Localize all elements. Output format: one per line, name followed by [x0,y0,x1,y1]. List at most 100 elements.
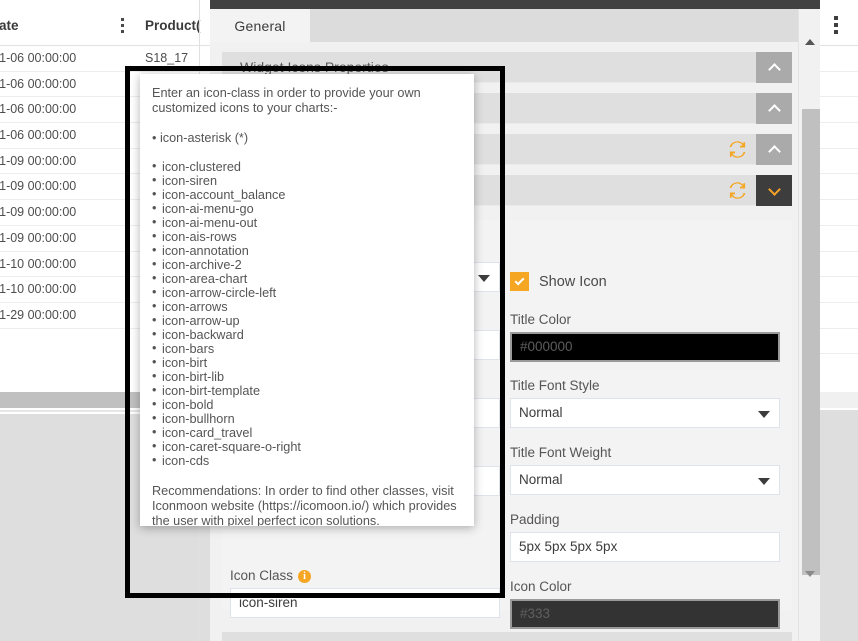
scroll-up-button[interactable] [799,33,821,51]
cell-orderdate: -01-09 00:00:00 [0,179,77,194]
tooltip-intro: Enter an icon-class in order to provide … [152,86,421,116]
table-row-right [820,123,858,149]
tooltip-list-item: icon-caret-square-o-right [152,439,458,454]
field-label-icon-color: Icon Color [510,579,572,594]
field-label-padding: Padding [510,512,560,527]
chevron-up-icon [767,103,781,117]
field-label-title-font-style: Title Font Style [510,378,600,393]
tooltip-list-item: icon-bold [152,397,458,412]
chevron-down-icon [758,478,770,485]
cell-orderdate: -01-29 00:00:00 [0,307,77,322]
section-expand-button[interactable] [756,175,792,206]
input-icon-class[interactable]: icon-siren [230,588,500,618]
table-row-right [820,200,858,226]
cell-orderdate: -01-06 00:00:00 [0,128,77,143]
tooltip-list-item: icon-annotation [152,243,458,258]
tooltip-list-item: icon-card_travel [152,425,458,440]
cell-orderdate: -01-06 00:00:00 [0,102,77,117]
section-collapse-button[interactable] [756,134,792,165]
icon-class-label-text: Icon Class [230,568,294,583]
tooltip-list-item: icon-birt-lib [152,369,458,384]
field-label-title-color: Title Color [510,312,572,327]
cell-orderdate: -01-10 00:00:00 [0,256,77,271]
select-title-font-weight-value: Normal [519,472,563,487]
cell-orderdate: -01-06 00:00:00 [0,51,77,65]
field-padding: Padding 5px 5px 5px 5px [510,512,780,562]
panel-titlebar [210,0,820,9]
column-header-productcode[interactable]: Product( [145,18,201,33]
select-title-font-style[interactable]: Normal [510,398,780,428]
refresh-icon[interactable] [729,141,746,158]
tooltip-list-item: icon-bullhorn [152,411,458,426]
table-row-right [820,72,858,98]
select-title-font-style-value: Normal [519,405,563,420]
table-row-right [820,46,858,72]
grid-right-rows [820,46,858,355]
triangle-up-icon [805,39,815,45]
table-row-right [820,329,858,355]
grid-right-strip [820,0,858,641]
tooltip-list-item: icon-siren [152,173,458,188]
chevron-down-icon [758,411,770,418]
cell-orderdate: -01-09 00:00:00 [0,205,77,220]
input-icon-color[interactable]: #333 [510,599,780,629]
grid-right-selected [820,392,858,408]
panel-scrollbar[interactable] [798,9,820,641]
icon-class-tooltip: Enter an icon-class in order to provide … [140,74,474,526]
tooltip-list-item: icon-clustered [152,159,458,174]
tab-strip: General [210,9,820,42]
tooltip-list-item: icon-archive-2 [152,257,458,272]
chevron-down-icon [767,182,781,196]
section-collapse-button[interactable] [756,93,792,124]
data-grid-header: rDate Product( [0,0,210,46]
section-collapse-button[interactable] [756,52,792,83]
tooltip-list-item: icon-arrows [152,299,458,314]
more-vertical-icon[interactable] [834,16,838,34]
tooltip-list-item: icon-birt [152,355,458,370]
tab-general[interactable]: General [210,9,310,42]
chevron-down-icon [478,275,490,282]
tooltip-first-item: • icon-asterisk (*) [152,130,249,145]
section-title: Widget Icons Properties [240,59,389,75]
scroll-down-button[interactable] [799,565,821,583]
checkbox-show-icon[interactable] [510,272,529,291]
chevron-up-icon [767,144,781,158]
cell-orderdate: -01-09 00:00:00 [0,153,77,168]
tooltip-list-item: icon-arrow-circle-left [152,285,458,300]
input-title-color[interactable]: #000000 [510,332,780,362]
more-vertical-icon[interactable] [121,18,125,34]
tooltip-list-item: icon-bars [152,341,458,356]
tooltip-list-item: icon-cds [152,453,458,468]
tooltip-list-item: icon-ai-menu-out [152,215,458,230]
table-row-right [820,97,858,124]
tooltip-list-item: icon-backward [152,327,458,342]
checkbox-show-icon-label: Show Icon [539,273,607,290]
tooltip-list-item: icon-area-chart [152,271,458,286]
column-header-orderdate[interactable]: rDate [0,18,19,33]
refresh-icon[interactable] [729,182,746,199]
cell-orderdate: -01-06 00:00:00 [0,76,77,91]
field-title-color: Title Color #000000 [510,312,780,362]
triangle-down-icon [805,571,815,577]
input-padding[interactable]: 5px 5px 5px 5px [510,532,780,562]
table-row-right [820,277,858,303]
info-icon[interactable]: i [298,570,312,583]
scrollbar-thumb[interactable] [802,109,820,575]
cell-orderdate: -01-09 00:00:00 [0,230,77,245]
table-row[interactable]: -01-06 00:00:00 S18_17 [0,46,210,72]
app-screen: rDate Product( -01-06 00:00:00S18_17-01-… [0,0,858,641]
checkbox-show-icon-row[interactable]: Show Icon [510,272,607,291]
tooltip-list-item: icon-birt-template [152,383,458,398]
table-row-right [820,174,858,201]
field-icon-color: Icon Color #333 [510,579,780,629]
tooltip-list-item: icon-ais-rows [152,229,458,244]
field-label-title-font-weight: Title Font Weight [510,445,612,460]
tooltip-icon-list: icon-clusteredicon-sirenicon-account_bal… [152,159,458,468]
section-subtitle-properties[interactable]: Subtitle Properties [222,632,792,641]
field-title-font-style: Title Font Style Normal [510,378,780,428]
field-title-font-weight: Title Font Weight Normal [510,445,780,495]
tooltip-recommendation: Recommendations: In order to find other … [152,483,457,526]
select-title-font-weight[interactable]: Normal [510,465,780,495]
cell-orderdate: -01-10 00:00:00 [0,282,77,297]
grid-right-header [820,0,858,46]
